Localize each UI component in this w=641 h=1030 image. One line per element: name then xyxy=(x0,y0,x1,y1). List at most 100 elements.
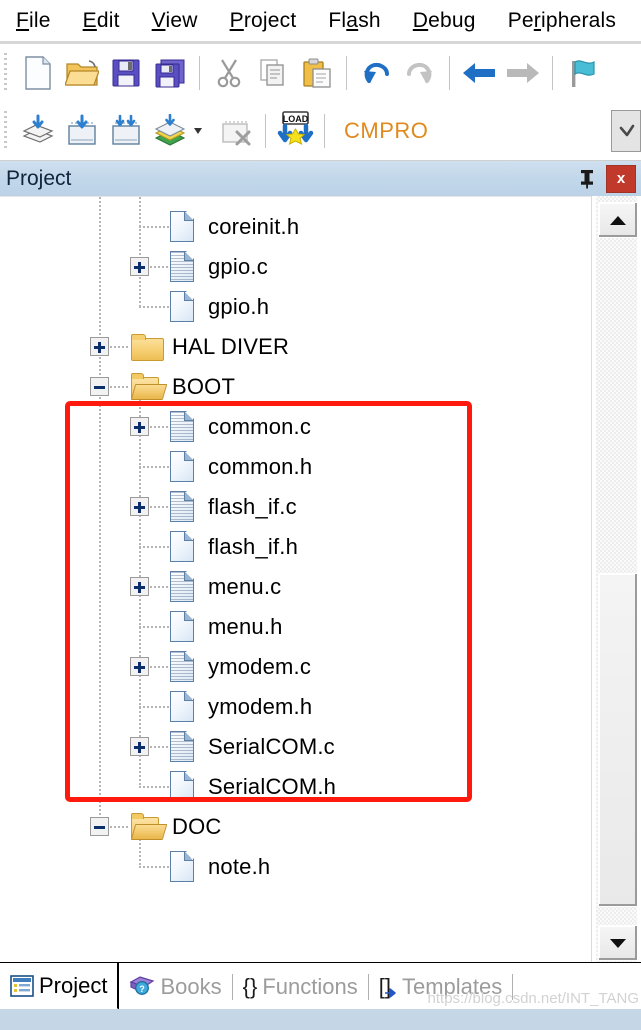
tree-guide-stub xyxy=(139,466,170,468)
save-icon[interactable] xyxy=(104,50,148,96)
forward-arrow-icon[interactable] xyxy=(501,50,545,96)
menu-item-debug[interactable]: Debug xyxy=(397,9,492,33)
project-panel-header: Project x xyxy=(0,161,641,197)
header-file-icon xyxy=(170,451,196,483)
close-icon[interactable]: x xyxy=(606,164,636,193)
translate-icon[interactable] xyxy=(16,108,60,154)
toolbar-separator xyxy=(199,56,200,90)
redo-icon[interactable] xyxy=(398,50,442,96)
tree-file-row[interactable] xyxy=(0,287,592,327)
bookmark-flag-icon[interactable] xyxy=(560,50,604,96)
source-file-icon xyxy=(170,651,196,683)
rebuild-all-icon[interactable] xyxy=(104,108,148,154)
menu-label-pre: Pe xyxy=(507,9,534,32)
tree-guide-stub xyxy=(110,826,130,828)
build-file-icon[interactable] xyxy=(60,108,104,154)
back-arrow-icon[interactable] xyxy=(457,50,501,96)
toolbar-grip[interactable] xyxy=(2,53,12,93)
tree-guide-stub xyxy=(139,546,170,548)
menu-label: ipherals xyxy=(540,9,617,32)
pin-icon[interactable] xyxy=(574,166,600,192)
tree-file-row[interactable] xyxy=(0,607,592,647)
header-file-icon xyxy=(170,611,196,643)
scroll-up-arrow-icon[interactable] xyxy=(598,202,638,238)
tab-templates[interactable]: [] Templates xyxy=(369,963,513,1010)
tree-file-row[interactable] xyxy=(0,247,592,287)
menu-label: iew xyxy=(165,9,198,32)
toolbar-grip[interactable] xyxy=(2,111,12,151)
menu-item-peripherals[interactable]: Peripherals xyxy=(492,9,632,33)
tree-expand-button[interactable] xyxy=(130,417,149,436)
tree-guide-stub xyxy=(150,746,170,748)
svg-text:?: ? xyxy=(140,984,146,994)
menu-bar: File Edit View Project Flash Debug Perip… xyxy=(0,0,641,42)
books-help-icon: ? xyxy=(129,975,155,999)
tree-folder-row[interactable] xyxy=(0,327,592,367)
tree-guide-stub xyxy=(139,626,170,628)
tab-project[interactable]: Project xyxy=(0,963,120,1010)
menu-label-pre: Fl xyxy=(328,9,347,32)
tab-books[interactable]: ? Books xyxy=(119,963,231,1010)
project-tree: coreinit.h gpio.c gpio.h HAL DIVER BOOT commo… xyxy=(0,196,641,966)
menu-mnemonic: a xyxy=(346,9,359,32)
tree-collapse-button[interactable] xyxy=(90,377,109,396)
menu-mnemonic: P xyxy=(229,9,244,32)
tree-expand-button[interactable] xyxy=(130,257,149,276)
tree-expand-button[interactable] xyxy=(130,577,149,596)
menu-label: ile xyxy=(29,9,51,32)
menu-label: ebug xyxy=(428,9,476,32)
menu-item-project[interactable]: Project xyxy=(214,9,313,33)
tree-guide-stub xyxy=(139,306,170,308)
scroll-down-arrow-icon[interactable] xyxy=(598,925,638,961)
menu-item-flash[interactable]: Flash xyxy=(312,9,396,33)
tree-vertical-scrollbar[interactable] xyxy=(591,196,641,965)
copy-icon[interactable] xyxy=(251,50,295,96)
menu-item-file[interactable]: File xyxy=(0,9,67,33)
tree-guide-stub xyxy=(150,266,170,268)
menu-item-view[interactable]: View xyxy=(136,9,214,33)
folder-open-icon xyxy=(130,373,168,400)
open-folder-icon[interactable] xyxy=(60,50,104,96)
tab-label: Templates xyxy=(401,973,503,999)
tab-label: Functions xyxy=(262,973,358,999)
tree-collapse-button[interactable] xyxy=(90,817,109,836)
toolbar-separator xyxy=(552,56,553,90)
toolbar-separator xyxy=(346,56,347,90)
menu-mnemonic: D xyxy=(412,9,429,32)
toolbar-separator xyxy=(449,56,450,90)
undo-icon[interactable] xyxy=(354,50,398,96)
tree-guide-stub xyxy=(110,386,130,388)
scrollbar-thumb[interactable] xyxy=(598,573,638,907)
paste-icon[interactable] xyxy=(295,50,339,96)
tree-item-label: note.h xyxy=(208,854,271,879)
tree-folder-row[interactable] xyxy=(0,807,592,847)
target-dropdown-button[interactable] xyxy=(611,110,641,152)
tree-item-label: BOOT xyxy=(172,374,236,399)
source-file-icon xyxy=(170,731,196,763)
tree-file-row[interactable] xyxy=(0,847,592,887)
load-download-icon[interactable]: LOAD xyxy=(273,108,317,154)
tree-file-row[interactable] xyxy=(0,567,592,607)
build-toolbar: LOAD CMPRO xyxy=(0,102,641,161)
tree-folder-row[interactable] xyxy=(0,367,592,407)
batch-build-icon[interactable] xyxy=(148,108,192,154)
save-all-icon[interactable] xyxy=(148,50,192,96)
menu-item-edit[interactable]: Edit xyxy=(67,9,136,33)
menu-label: dit xyxy=(96,9,120,32)
menu-mnemonic: E xyxy=(82,9,97,32)
cut-icon[interactable] xyxy=(207,50,251,96)
tree-expand-button[interactable] xyxy=(130,657,149,676)
stop-build-icon[interactable] xyxy=(214,108,258,154)
chevron-down-icon[interactable] xyxy=(194,128,202,134)
tree-item-label: gpio.h xyxy=(208,294,270,319)
tree-item-label: SerialCOM.c xyxy=(208,734,335,759)
new-file-icon[interactable] xyxy=(16,50,60,96)
tab-functions[interactable]: {} Functions xyxy=(233,963,368,1010)
tree-item-label: flash_if.c xyxy=(208,494,297,519)
tree-expand-button[interactable] xyxy=(130,737,149,756)
svg-text:LOAD: LOAD xyxy=(283,114,309,124)
tree-expand-button[interactable] xyxy=(130,497,149,516)
build-target-name[interactable]: CMPRO xyxy=(332,118,440,144)
project-window-icon xyxy=(10,974,34,997)
tree-expand-button[interactable] xyxy=(90,337,109,356)
